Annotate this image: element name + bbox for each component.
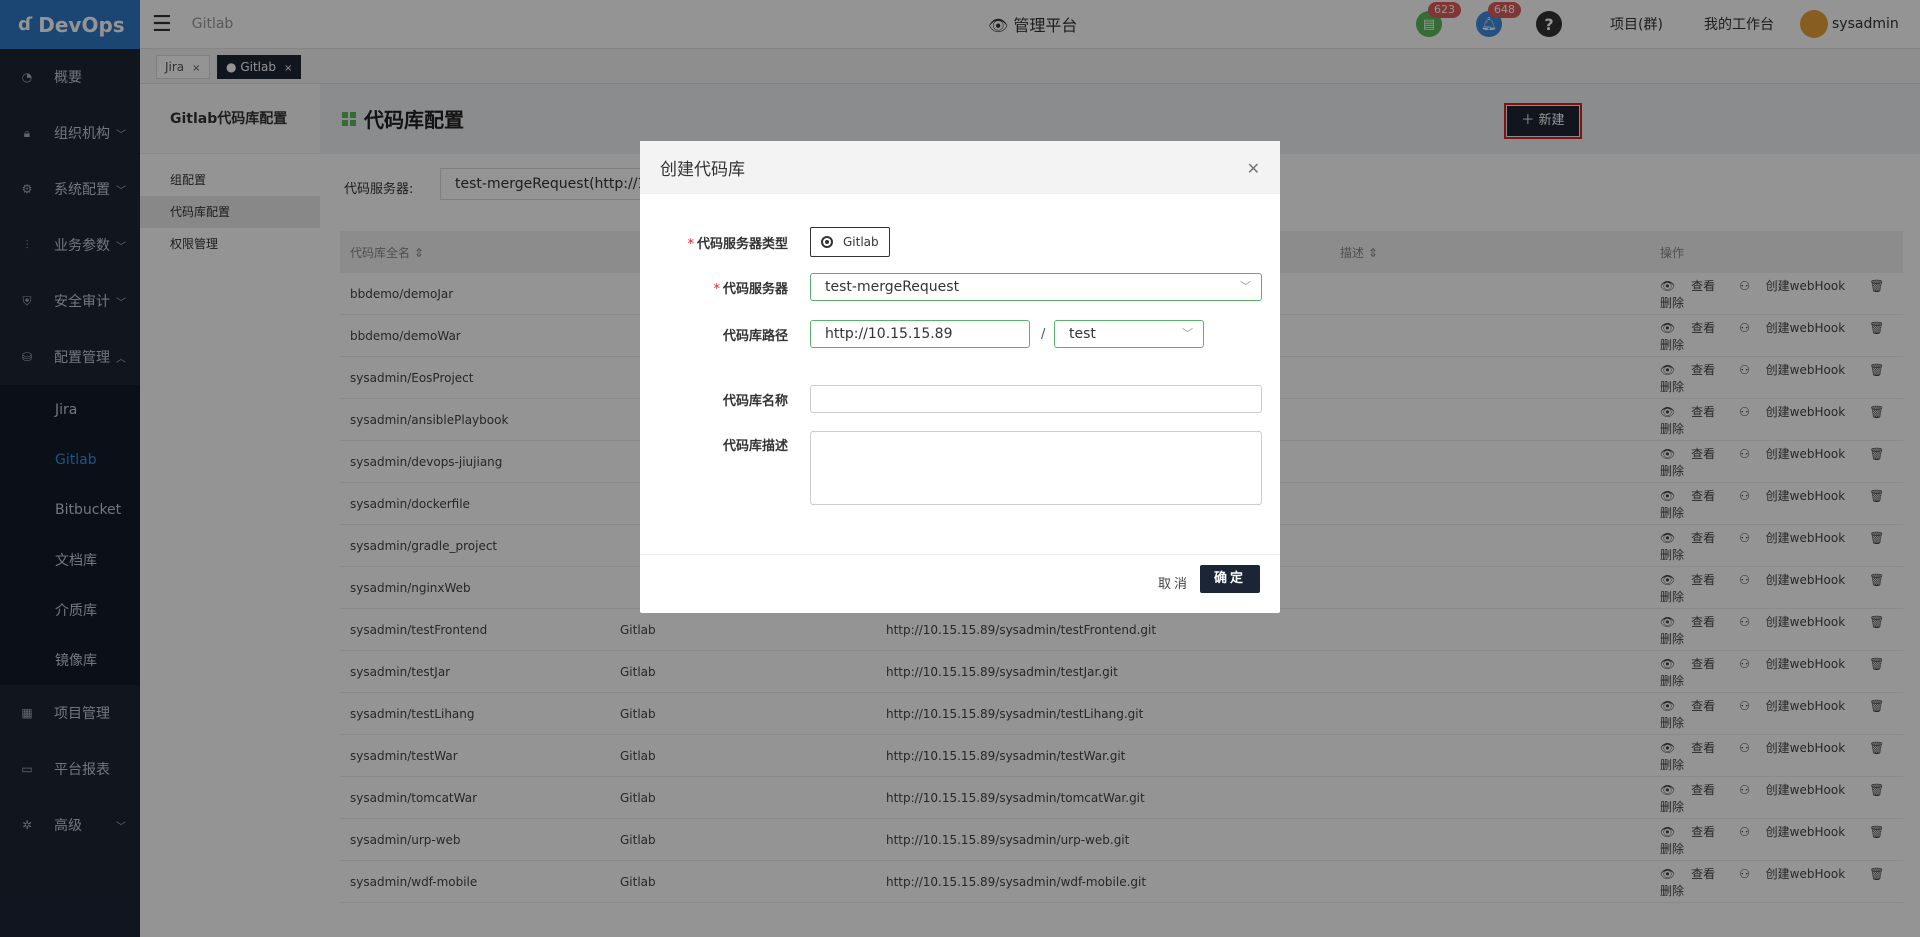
server-type-row: * 代码服务器类型 Gitlab — [640, 227, 1280, 257]
server-select[interactable]: test-mergeRequest ﹀ — [810, 273, 1262, 301]
server-row: * 代码服务器 test-mergeRequest ﹀ — [640, 272, 1280, 302]
server-type-radio-gitlab[interactable]: Gitlab — [810, 227, 890, 257]
name-label: 代码库名称 — [722, 393, 788, 409]
radio-checked-icon — [821, 236, 833, 248]
path-row: 代码库路径 http://10.15.15.89 / test ﹀ — [640, 319, 1280, 349]
repo-desc-textarea[interactable] — [810, 431, 1262, 505]
name-row: 代码库名称 — [640, 384, 1280, 414]
cancel-button[interactable]: 取消 — [1158, 573, 1190, 592]
path-label: 代码库路径 — [722, 328, 788, 344]
desc-label: 代码库描述 — [722, 439, 788, 454]
required-icon: * — [687, 236, 694, 252]
server-label-text: 代码服务器 — [722, 281, 788, 297]
path-group-select[interactable]: test ﹀ — [1054, 320, 1204, 348]
close-icon[interactable]: ✕ — [1247, 159, 1260, 178]
chevron-down-icon: ﹀ — [1182, 327, 1193, 340]
path-group-value: test — [1069, 326, 1096, 342]
server-type-label: * 代码服务器类型 — [687, 233, 788, 252]
path-host-input[interactable]: http://10.15.15.89 — [810, 320, 1030, 348]
chevron-down-icon: ﹀ — [1240, 280, 1251, 293]
confirm-button[interactable]: 确定 — [1200, 565, 1260, 593]
server-type-label-text: 代码服务器类型 — [696, 236, 788, 252]
desc-row: 代码库描述 — [640, 431, 1280, 507]
radio-label: Gitlab — [843, 235, 879, 249]
create-repo-dialog: 创建代码库 ✕ * 代码服务器类型 Gitlab * 代码服务器 test-merg… — [640, 141, 1280, 613]
server-label: * 代码服务器 — [713, 278, 788, 297]
repo-name-input[interactable] — [810, 385, 1262, 413]
required-icon: * — [713, 281, 720, 297]
server-select-value: test-mergeRequest — [825, 279, 960, 295]
dialog-footer: 取消 确定 — [640, 554, 1280, 613]
path-separator: / — [1041, 326, 1046, 342]
dialog-title: 创建代码库 — [660, 159, 745, 180]
dialog-header: 创建代码库 — [640, 141, 1280, 194]
